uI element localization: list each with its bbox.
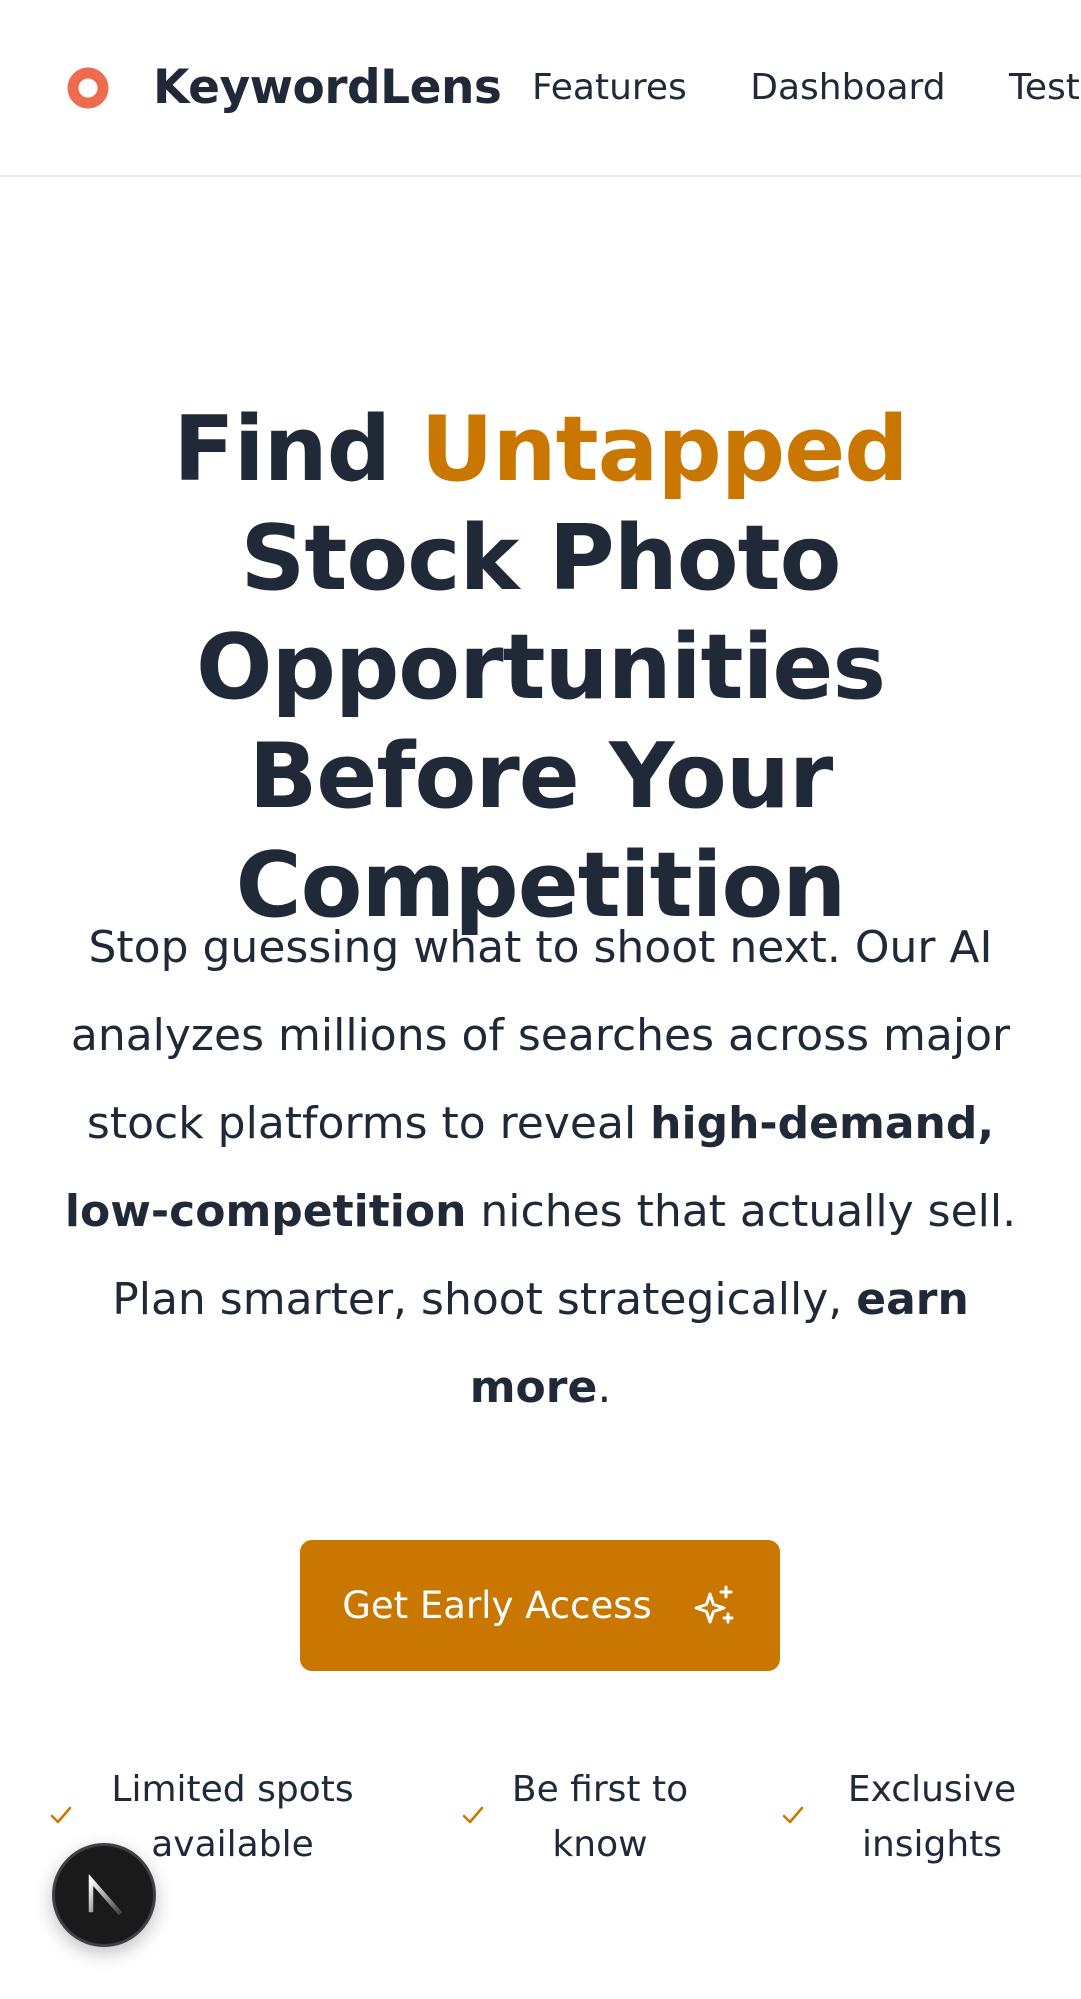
hero-title-accent: Untapped xyxy=(420,397,908,502)
nav-link-testimonials[interactable]: Testi xyxy=(1009,64,1081,112)
nav-link-features[interactable]: Features xyxy=(532,64,687,112)
perk-be-first: Be first to know xyxy=(462,1762,700,1872)
hero-title-part2: Stock Photo Opportunities Before Your Co… xyxy=(195,506,886,938)
get-early-access-button[interactable]: Get Early Access xyxy=(300,1540,780,1671)
perk-exclusive-insights: Exclusive insights xyxy=(782,1762,1032,1872)
hero-title-part1: Find xyxy=(173,397,421,502)
hero-sub-part3: . xyxy=(597,1362,612,1413)
hero-subtitle: Stop guessing what to shoot next. Our AI… xyxy=(40,904,1041,1432)
cta-label: Get Early Access xyxy=(342,1584,652,1627)
check-icon xyxy=(462,1806,484,1824)
check-icon xyxy=(50,1806,72,1824)
site-header: KeywordLens Features Dashboard Testi xyxy=(0,0,1081,177)
nav-link-dashboard[interactable]: Dashboard xyxy=(750,64,945,112)
hero-title: Find Untapped Stock Photo Opportunities … xyxy=(40,395,1041,940)
sparkles-icon xyxy=(694,1585,734,1623)
next-logo-icon xyxy=(88,1874,123,1916)
logo-icon[interactable] xyxy=(67,67,109,109)
perk-label: Be first to know xyxy=(511,1769,689,1865)
brand-name[interactable]: KeywordLens xyxy=(153,58,502,118)
perk-label: Exclusive insights xyxy=(847,1769,1017,1865)
main-nav: Features Dashboard Testi xyxy=(532,64,1081,112)
next-dev-badge-button[interactable] xyxy=(52,1843,156,1947)
check-icon xyxy=(782,1806,804,1824)
